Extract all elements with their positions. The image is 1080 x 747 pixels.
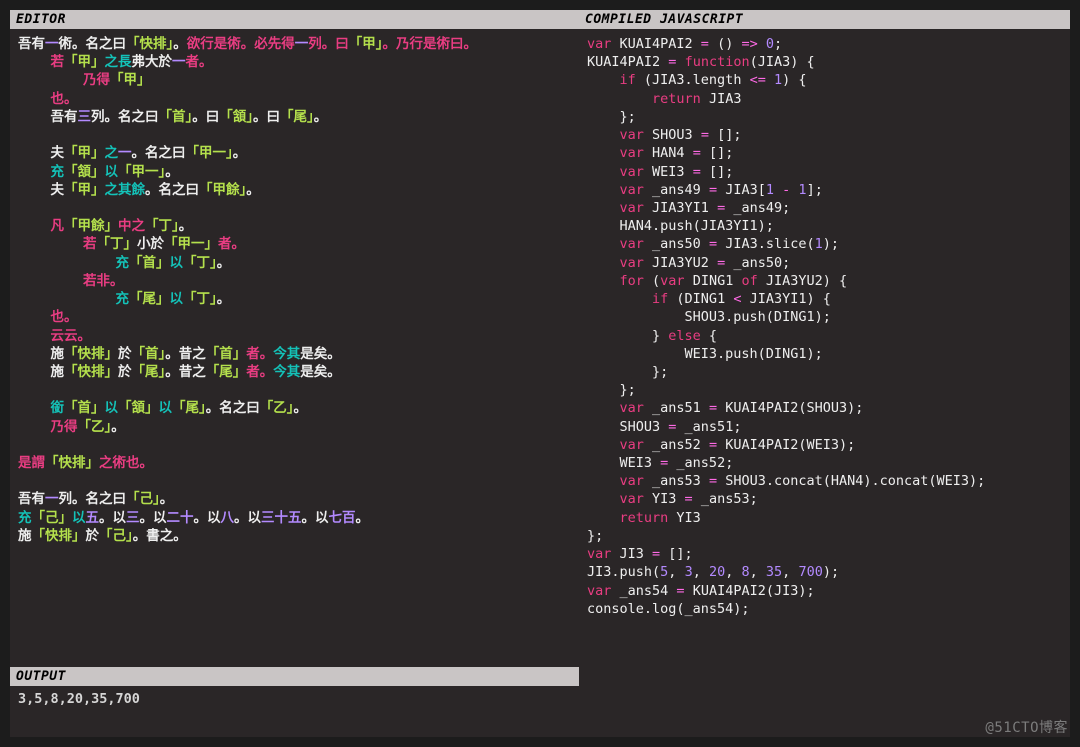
compiled-code: var KUAI4PAI2 = () => 0; KUAI4PAI2 = fun… (587, 35, 1062, 618)
editor-code[interactable]: 吾有一術。名之曰「快排」。欲行是術。必先得一列。曰「甲」。乃行是術曰。 若「甲」… (18, 35, 571, 545)
output-text: 3,5,8,20,35,700 (18, 690, 571, 708)
output-header: OUTPUT (10, 667, 579, 686)
editor-header: EDITOR (10, 10, 579, 29)
output-panel: 3,5,8,20,35,700 (10, 686, 579, 714)
editor-panel[interactable]: 吾有一術。名之曰「快排」。欲行是術。必先得一列。曰「甲」。乃行是術曰。 若「甲」… (10, 29, 579, 667)
compiled-header: COMPILED JAVASCRIPT (579, 10, 1070, 29)
compiled-panel: var KUAI4PAI2 = () => 0; KUAI4PAI2 = fun… (579, 29, 1070, 624)
watermark: @51CTO博客 (985, 717, 1068, 737)
